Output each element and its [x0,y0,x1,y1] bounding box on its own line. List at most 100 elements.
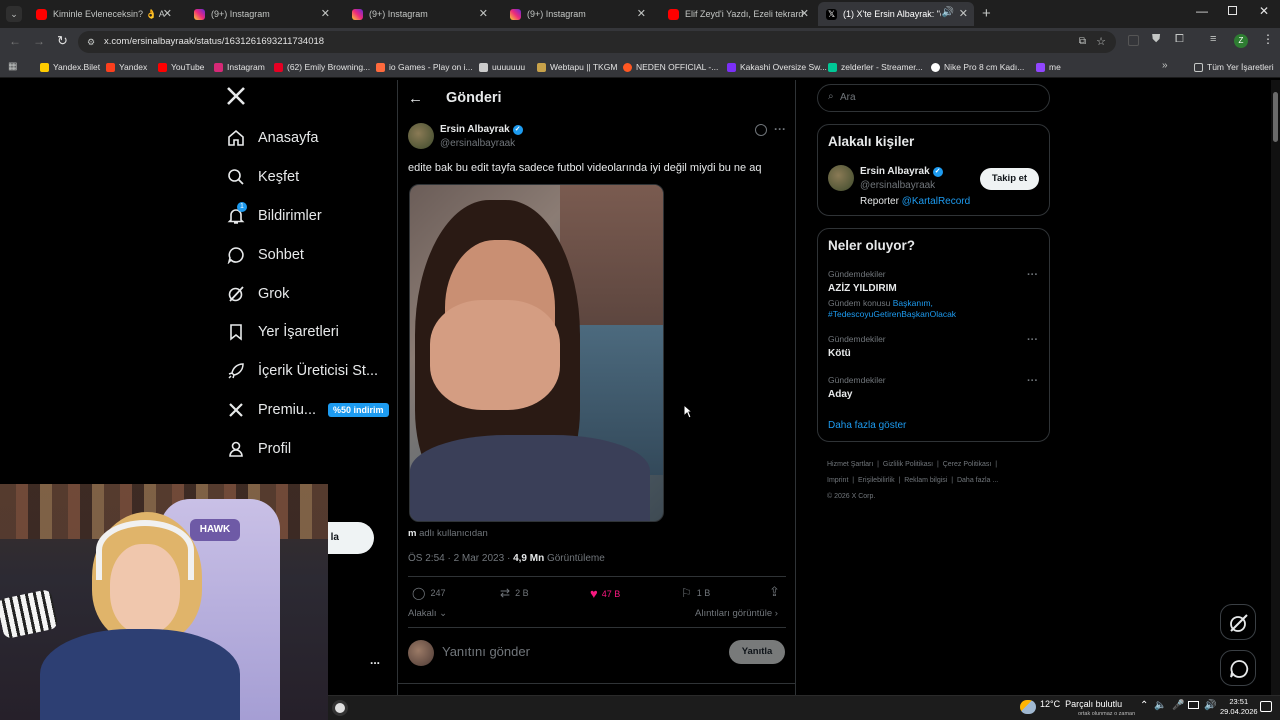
new-tab-button[interactable]: + [982,5,991,22]
mic-icon[interactable]: 🎤 [1172,700,1184,711]
follow-button[interactable]: Takip et [980,168,1039,190]
obs-icon[interactable] [332,700,348,716]
footer-link[interactable]: Erişilebilirlik [858,477,895,484]
footer-link[interactable]: Imprint [827,477,848,484]
tray-chevron-icon[interactable]: ⌃ [1140,700,1148,711]
volume-icon[interactable]: 🔈 [1154,700,1166,711]
nav-item-explore[interactable]: Keşfet [226,165,299,189]
browser-menu-icon[interactable]: ⋮ [1262,32,1274,46]
browser-tab-active[interactable]: 𝕏 (1) X'te Ersin Albayrak: "edi 🔊 ✕ [818,2,974,26]
nav-item-home[interactable]: Anasayfa [226,126,318,150]
weather-widget[interactable]: 12°C Parçalı bulutlu [1040,699,1122,709]
browser-tab[interactable]: (9+) Instagram ✕ [344,2,494,26]
bookmark-item[interactable]: (62) Emily Browning... [274,60,370,74]
notifications-icon[interactable] [1260,701,1272,712]
messages-floating-button[interactable] [1220,650,1256,686]
profile-avatar[interactable]: Z [1234,34,1248,48]
related-person-avatar[interactable] [828,165,854,191]
more-bookmarks-icon[interactable]: » [1162,60,1168,71]
restore-button[interactable] [1228,6,1237,15]
scrollbar-thumb[interactable] [1273,92,1278,142]
related-person-name[interactable]: Ersin Albayrak ✓ [860,166,943,177]
install-app-icon[interactable]: ⧉ [1079,31,1086,53]
trend-more-icon[interactable]: ··· [1027,375,1038,387]
view-quotes-link[interactable]: Alıntıları görüntüle › [695,608,778,619]
back-icon[interactable]: ← [9,34,21,48]
close-tab-icon[interactable]: ✕ [163,7,172,20]
nav-item-chat[interactable]: Sohbet [226,243,304,267]
minimize-button[interactable]: — [1196,4,1208,18]
bookmark-item[interactable]: YouTube [158,60,204,74]
close-tab-icon[interactable]: ✕ [959,7,968,20]
bookmark-item[interactable]: Yandex [106,60,147,74]
extension-icon[interactable] [1128,35,1139,46]
apps-grid-icon[interactable]: ▦ [8,61,17,72]
bookmark-item[interactable]: Webtapu || TKGM [537,60,617,74]
author-avatar[interactable] [408,123,434,149]
bookmark-item[interactable]: me [1036,60,1061,74]
trend-more-icon[interactable]: ··· [1027,269,1038,281]
bookmark-item[interactable]: uuuuuuu [479,60,525,74]
page-scrollbar[interactable] [1271,80,1280,695]
bookmark-item[interactable]: zelderler - Streamer... [828,60,923,74]
search-input[interactable]: ⌕ Ara [817,84,1050,112]
trend-item[interactable]: Gündemdekiler Kötü ··· [828,334,1040,364]
nav-item-notifications[interactable]: 1 Bildirimler [226,202,322,228]
close-tab-icon[interactable]: ✕ [800,7,809,20]
footer-link[interactable]: Daha fazla ... [957,477,998,484]
speaker-icon[interactable]: 🔊 [942,7,954,18]
url-field[interactable]: ⚙ x.com/ersinalbayraak/status/1631261693… [78,31,1116,53]
bio-mention-link[interactable]: @KartalRecord [902,196,971,207]
footer-link[interactable]: Gizlilik Politikası [883,461,933,468]
tab-list-dropdown[interactable]: ⌄ [6,6,22,22]
trend-item[interactable]: Gündemdekiler Aday ··· [828,375,1040,405]
bookmark-item[interactable]: Kakashi Oversize Sw... [727,60,827,74]
bookmark-button[interactable]: ⚐ 1 B [681,586,710,600]
bookmark-item[interactable]: Instagram [214,60,265,74]
bookmark-item[interactable]: Nike Pro 8 cm Kadı... [931,60,1024,74]
grok-floating-button[interactable] [1220,604,1256,640]
bookmark-item[interactable]: io Games - Play on i... [376,60,473,74]
bookmark-star-icon[interactable]: ☆ [1096,31,1106,53]
grok-explain-icon[interactable] [755,124,767,136]
author-name[interactable]: Ersin Albayrak ✓ [440,124,523,135]
nav-item-premium[interactable]: Premiu... %50 indirim [226,398,389,422]
media-control-icon[interactable]: ≡ [1210,33,1216,45]
related-dropdown[interactable]: Alakalı ⌄ [408,608,447,619]
footer-link[interactable]: Reklam bilgisi [904,477,947,484]
close-tab-icon[interactable]: ✕ [321,7,330,20]
trend-item[interactable]: Gündemdekiler AZİZ YILDIRIM Gündem konus… [828,269,1040,321]
trend-more-icon[interactable]: ··· [1027,334,1038,346]
site-info-icon[interactable]: ⚙ [87,31,95,53]
share-icon[interactable]: ⇪ [769,584,780,600]
bookmark-item[interactable]: Yandex.Bilet [40,60,100,74]
author-handle[interactable]: @ersinalbayraak [440,138,515,149]
like-button[interactable]: ♥ 47 B [590,586,620,601]
network-icon[interactable] [1188,701,1199,709]
reply-button[interactable]: ◯ 247 [412,586,445,600]
all-bookmarks-folder[interactable]: Tüm Yer İşaretleri [1194,60,1274,74]
close-tab-icon[interactable]: ✕ [479,7,488,20]
reload-icon[interactable]: ↻ [57,33,68,49]
nav-item-creator-studio[interactable]: İçerik Üreticisi St... [226,359,378,383]
footer-link[interactable]: Hizmet Şartları [827,461,873,468]
related-person-handle[interactable]: @ersinalbayraak [860,180,935,191]
forward-icon[interactable]: → [33,34,45,48]
account-more-button[interactable]: ... [370,653,380,667]
nav-item-profile[interactable]: Profil [226,437,291,461]
footer-link[interactable]: Çerez Politikası [943,461,992,468]
shield-icon[interactable]: ⛊ [1152,33,1160,46]
close-window-button[interactable]: ✕ [1259,4,1269,18]
reply-input[interactable]: Yanıtını gönder [442,644,530,659]
browser-tab[interactable]: Kiminle Evleneceksin? 👌 Adı, B ✕ [28,2,178,26]
clock[interactable]: 23:51 29.04.2026 [1220,697,1258,717]
reply-submit-button[interactable]: Yanıtla [729,640,785,664]
show-more-link[interactable]: Daha fazla göster [828,420,906,431]
post-more-icon[interactable]: ··· [774,122,786,136]
browser-tab[interactable]: (9+) Instagram ✕ [186,2,336,26]
puzzle-icon[interactable]: ⧠ [1175,33,1184,46]
back-arrow-icon[interactable]: ← [408,90,423,107]
close-tab-icon[interactable]: ✕ [637,7,646,20]
nav-item-grok[interactable]: Grok [226,282,289,306]
media-source[interactable]: m adlı kullanıcıdan [408,528,488,539]
